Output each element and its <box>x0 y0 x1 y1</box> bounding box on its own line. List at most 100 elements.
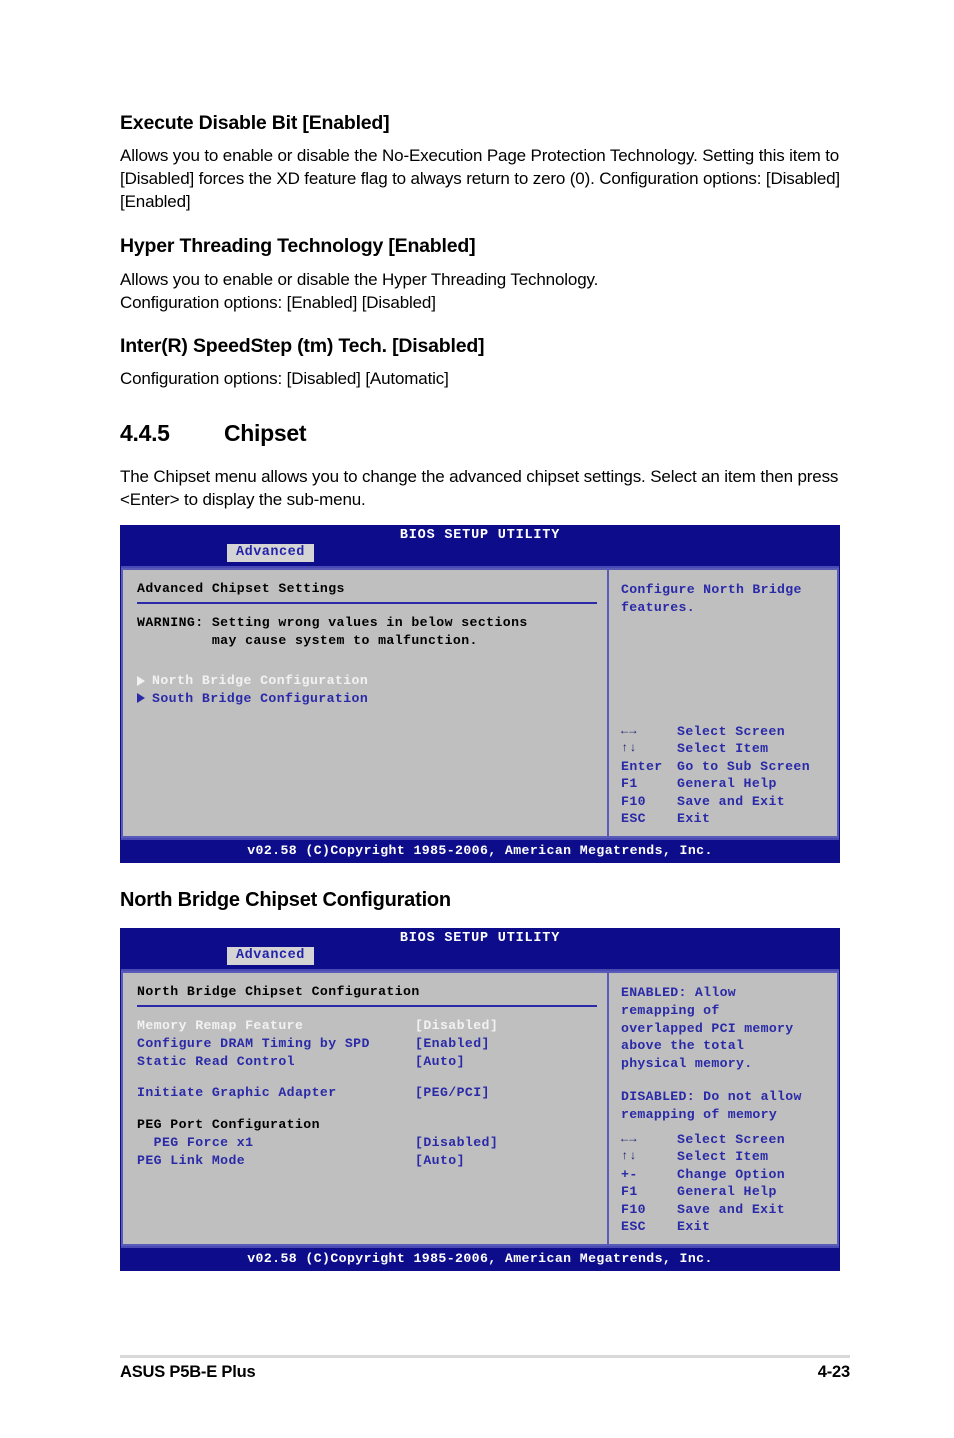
panel-title-1: Advanced Chipset Settings <box>137 581 345 597</box>
legend-action: Save and Exit <box>677 793 786 809</box>
arrow-up-down-icon: ↑↓ <box>621 1149 638 1164</box>
key-legend-1: ←→ Select Screen ↑↓ Select Item Enter Go… <box>621 723 836 828</box>
legend-row: ↑↓ Select Item <box>621 740 836 757</box>
bios-body-1: Advanced Chipset Settings WARNING: Setti… <box>121 566 839 839</box>
triangle-right-icon <box>137 675 145 686</box>
key-legend-2: ←→ Select Screen ↑↓ Select Item +- Chang… <box>621 1131 836 1236</box>
setting-static-read-control[interactable]: Static Read Control [Auto] <box>137 1053 597 1071</box>
section-heading-chipset: 4.4.5 Chipset <box>120 420 850 447</box>
triangle-right-icon <box>137 693 145 704</box>
bios-help-pane-1: Configure North Bridge features. ←→ Sele… <box>608 568 839 839</box>
setting-label: Memory Remap Feature <box>137 1018 304 1034</box>
bios-title-1: BIOS SETUP UTILITY <box>399 528 561 544</box>
legend-row: F10 Save and Exit <box>621 793 836 810</box>
legend-key-f1: F1 <box>621 1184 638 1200</box>
heading-hyper-threading: Hyper Threading Technology [Enabled] <box>120 235 476 258</box>
panel-title-2: North Bridge Chipset Configuration <box>137 984 420 1000</box>
legend-key-f10: F10 <box>621 1201 646 1217</box>
legend-action: General Help <box>677 1184 777 1200</box>
setting-label: PEG Link Mode <box>137 1152 246 1168</box>
setting-memory-remap-feature[interactable]: Memory Remap Feature [Disabled] <box>137 1017 597 1035</box>
legend-key-f10: F10 <box>621 793 646 809</box>
setting-label: PEG Force x1 <box>137 1134 254 1150</box>
setting-value: [PEG/PCI] <box>415 1085 490 1101</box>
legend-key-esc: ESC <box>621 1219 646 1234</box>
menu-item-south-bridge-configuration[interactable]: South Bridge Configuration <box>137 690 597 707</box>
setting-value: [Auto] <box>415 1053 465 1069</box>
body-execute-disable-bit: Allows you to enable or disable the No-E… <box>120 146 841 212</box>
warning-line-1: WARNING: Setting wrong values in below s… <box>137 615 528 631</box>
legend-key-plus-minus: +- <box>621 1166 638 1182</box>
manual-page: Execute Disable Bit [Enabled] Allows you… <box>0 0 954 1438</box>
bios-titlebar-2: BIOS SETUP UTILITY Advanced <box>121 929 839 970</box>
tab-advanced-2[interactable]: Advanced <box>227 947 314 966</box>
legend-key-f1: F1 <box>621 776 638 792</box>
legend-row: ←→ Select Screen <box>621 1131 836 1148</box>
setting-value: [Disabled] <box>415 1018 499 1034</box>
tab-advanced-1[interactable]: Advanced <box>227 544 314 563</box>
legend-action: General Help <box>677 776 777 792</box>
bios-screen-advanced-chipset-settings: BIOS SETUP UTILITY Advanced Advanced Chi… <box>120 525 840 864</box>
menu-item-label: North Bridge Configuration <box>152 673 369 689</box>
section-number: 4.4.5 <box>120 420 170 447</box>
legend-row: +- Change Option <box>621 1166 836 1183</box>
heading-north-bridge-chipset-configuration: North Bridge Chipset Configuration <box>120 889 451 912</box>
bios-titlebar-1: BIOS SETUP UTILITY Advanced <box>121 526 839 567</box>
page-footer: ASUS P5B-E Plus 4-23 <box>120 1363 850 1382</box>
setting-peg-force-x1[interactable]: PEG Force x1 [Disabled] <box>137 1134 597 1152</box>
help-text-1: Configure North Bridge features. <box>621 582 802 615</box>
legend-row: F1 General Help <box>621 775 836 792</box>
heading-execute-disable-bit: Execute Disable Bit [Enabled] <box>120 112 390 134</box>
bios-title-2: BIOS SETUP UTILITY <box>399 931 561 947</box>
setting-value: [Disabled] <box>415 1134 499 1150</box>
group-header-peg-port-configuration: PEG Port Configuration <box>137 1116 597 1134</box>
setting-label: Initiate Graphic Adapter <box>137 1085 337 1101</box>
legend-action: Save and Exit <box>677 1201 786 1217</box>
setting-initiate-graphic-adapter[interactable]: Initiate Graphic Adapter [PEG/PCI] <box>137 1084 597 1102</box>
legend-row: F1 General Help <box>621 1183 836 1200</box>
legend-row: ESC Exit <box>621 1218 836 1235</box>
help-text-enabled: ENABLED: Allow remapping of overlapped P… <box>621 985 794 1071</box>
bios-footer-1: v02.58 (C)Copyright 1985-2006, American … <box>121 838 839 863</box>
legend-row: ESC Exit <box>621 810 836 827</box>
setting-label: Static Read Control <box>137 1053 295 1069</box>
setting-configure-dram-timing-by-spd[interactable]: Configure DRAM Timing by SPD [Enabled] <box>137 1035 597 1053</box>
setting-value: [Enabled] <box>415 1036 490 1052</box>
body-chipset-intro: The Chipset menu allows you to change th… <box>120 467 839 510</box>
legend-action: Exit <box>677 811 711 826</box>
setting-peg-link-mode[interactable]: PEG Link Mode [Auto] <box>137 1152 597 1170</box>
arrow-left-right-icon: ←→ <box>621 723 638 738</box>
footer-product-name: ASUS P5B-E Plus <box>120 1363 256 1381</box>
legend-action: Select Item <box>677 741 769 757</box>
legend-row: ↑↓ Select Item <box>621 1148 836 1165</box>
bios-settings-pane-1: Advanced Chipset Settings WARNING: Setti… <box>121 568 608 839</box>
legend-key-enter: Enter <box>621 758 663 774</box>
setting-value: [Auto] <box>415 1152 465 1168</box>
legend-action: Go to Sub Screen <box>677 758 811 774</box>
body-speedstep: Configuration options: [Disabled] [Autom… <box>120 369 449 389</box>
legend-action: Select Item <box>677 1149 769 1165</box>
divider-2 <box>137 1005 597 1008</box>
help-text-disabled: DISABLED: Do not allow remapping of memo… <box>621 1089 802 1122</box>
footer-divider <box>120 1355 850 1358</box>
section-title: Chipset <box>224 420 307 447</box>
bios-body-2: North Bridge Chipset Configuration Memor… <box>121 969 839 1247</box>
group-header-label: PEG Port Configuration <box>137 1117 320 1133</box>
legend-row: ←→ Select Screen <box>621 723 836 740</box>
bios-footer-2: v02.58 (C)Copyright 1985-2006, American … <box>121 1246 839 1271</box>
document-content: Execute Disable Bit [Enabled] Allows you… <box>120 112 850 1272</box>
bios-help-pane-2: ENABLED: Allow remapping of overlapped P… <box>608 971 839 1247</box>
legend-key-esc: ESC <box>621 811 646 826</box>
legend-row: Enter Go to Sub Screen <box>621 758 836 775</box>
menu-item-label: South Bridge Configuration <box>152 690 369 706</box>
legend-action: Exit <box>677 1219 711 1234</box>
legend-action: Change Option <box>677 1166 786 1182</box>
divider-1 <box>137 602 597 605</box>
bios-screen-north-bridge-chipset-configuration: BIOS SETUP UTILITY Advanced North Bridge… <box>120 928 840 1272</box>
legend-row: F10 Save and Exit <box>621 1201 836 1218</box>
menu-item-north-bridge-configuration[interactable]: North Bridge Configuration <box>137 672 597 689</box>
